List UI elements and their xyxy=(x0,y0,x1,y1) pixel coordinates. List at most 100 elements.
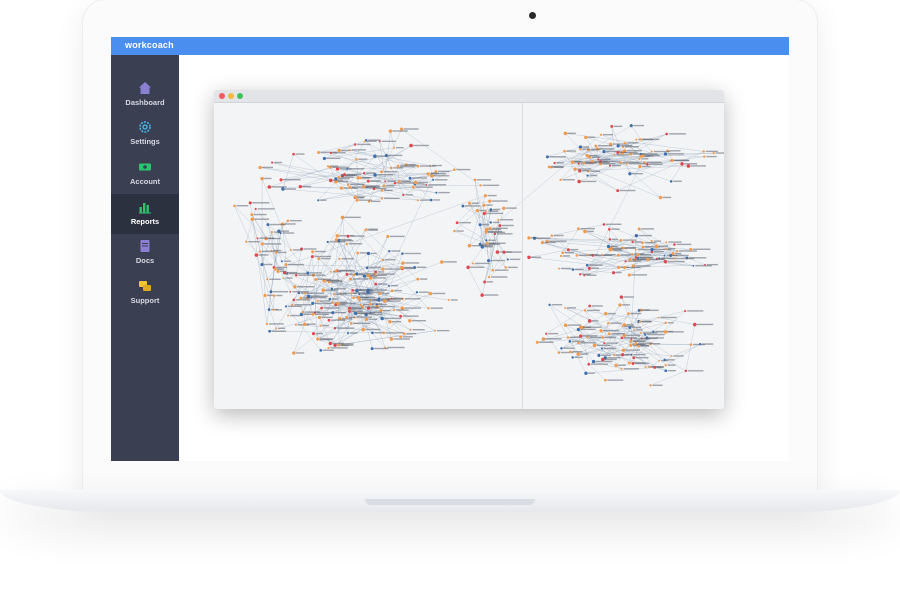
graph-node xyxy=(586,336,589,339)
graph-node-label xyxy=(348,316,356,319)
graph-node xyxy=(607,322,610,325)
graph-node-label xyxy=(660,316,677,319)
graph-node xyxy=(569,350,572,354)
graph-node-label xyxy=(366,140,377,142)
graph-node-label xyxy=(295,153,305,155)
graph-node xyxy=(381,267,385,271)
graph-node xyxy=(563,149,566,153)
graph-node-label xyxy=(667,153,684,155)
graph-node-label xyxy=(294,304,312,306)
graph-node-label xyxy=(252,202,270,204)
graph-node xyxy=(610,125,614,128)
graph-node xyxy=(322,156,326,161)
graph-node xyxy=(638,320,642,324)
graph-node-label xyxy=(639,257,653,259)
graph-node-label xyxy=(553,234,564,237)
graph-node xyxy=(294,323,297,326)
graph-node-label xyxy=(254,218,270,220)
graph-node-label xyxy=(236,205,249,207)
graph-node-label xyxy=(381,292,390,295)
graph-node xyxy=(684,369,688,373)
graph-node xyxy=(265,322,269,326)
graph-node-label xyxy=(647,333,665,336)
close-window-button[interactable] xyxy=(219,93,225,99)
graph-node xyxy=(654,244,659,249)
graph-node-label xyxy=(667,248,676,250)
graph-node xyxy=(321,288,326,293)
sidebar-item-support[interactable]: Support xyxy=(111,279,179,319)
graph-node xyxy=(381,258,385,261)
graph-node xyxy=(348,310,351,313)
sidebar-item-dashboard[interactable]: Dashboard xyxy=(111,81,179,121)
graph-node-label xyxy=(630,312,642,315)
graph-node-label xyxy=(385,332,404,334)
graph-node-label xyxy=(253,213,267,216)
graph-node xyxy=(346,234,350,238)
graph-node xyxy=(399,335,402,339)
graph-node xyxy=(402,193,405,197)
graph-node xyxy=(317,199,320,202)
graph-node xyxy=(359,303,362,306)
graph-node xyxy=(337,175,341,179)
graph-node-label xyxy=(283,260,291,262)
graph-node xyxy=(368,302,372,306)
graph-node xyxy=(584,135,588,140)
graph-node-label xyxy=(383,170,398,173)
network-graph[interactable] xyxy=(214,103,724,409)
graph-node-label xyxy=(620,145,633,147)
graph-node-label xyxy=(603,347,617,350)
sidebar-item-docs[interactable]: Docs xyxy=(111,239,179,279)
graph-node-label xyxy=(402,336,413,338)
graph-node xyxy=(373,154,377,158)
graph-node-label xyxy=(581,170,590,172)
graph-node-label xyxy=(271,186,287,188)
graph-node-label xyxy=(377,174,394,176)
graph-node-label xyxy=(271,330,286,332)
graph-node-label xyxy=(361,298,380,301)
graph-node-label xyxy=(589,253,599,256)
graph-node-label xyxy=(280,270,287,273)
graph-node-label xyxy=(257,208,275,210)
graph-node-label xyxy=(298,274,316,276)
graph-node xyxy=(399,314,403,318)
brand-logo[interactable]: workcoach xyxy=(125,40,174,50)
graph-node xyxy=(331,301,334,304)
graph-node xyxy=(603,342,606,345)
graph-node xyxy=(579,273,582,276)
graph-node-label xyxy=(587,309,600,312)
graph-node xyxy=(553,161,556,165)
graph-node-label xyxy=(667,364,676,366)
sidebar-item-settings[interactable]: Settings xyxy=(111,120,179,160)
maximize-window-button[interactable] xyxy=(237,93,243,99)
graph-node-label xyxy=(340,302,356,305)
sidebar-item-reports[interactable]: Reports xyxy=(111,194,179,234)
graph-node xyxy=(233,204,236,208)
graph-node xyxy=(665,132,668,136)
graph-node xyxy=(502,250,506,254)
graph-node xyxy=(299,296,303,300)
graph-node-label xyxy=(639,254,652,256)
graph-node xyxy=(619,238,623,242)
graph-node xyxy=(273,267,277,271)
graph-node-label xyxy=(492,221,500,224)
graph-node xyxy=(611,271,616,275)
graph-node-label xyxy=(349,235,365,237)
graph-node-label xyxy=(582,273,591,275)
graph-node xyxy=(362,274,367,278)
graph-node xyxy=(616,150,620,154)
minimize-window-button[interactable] xyxy=(228,93,234,99)
graph-node-label xyxy=(544,241,556,244)
graph-node-label xyxy=(326,280,343,282)
graph-node-label xyxy=(486,212,504,215)
graph-node-label xyxy=(563,347,575,349)
graph-node xyxy=(637,227,641,231)
graph-node xyxy=(576,352,580,356)
graph-node-label xyxy=(631,274,648,276)
graph-node-label xyxy=(612,248,622,250)
graph-node-label xyxy=(494,269,509,271)
graph-node-label xyxy=(430,173,446,175)
graph-node xyxy=(670,158,674,163)
graph-node-label xyxy=(405,194,413,196)
graph-node-label xyxy=(673,180,682,182)
graph-node-label xyxy=(315,313,329,315)
